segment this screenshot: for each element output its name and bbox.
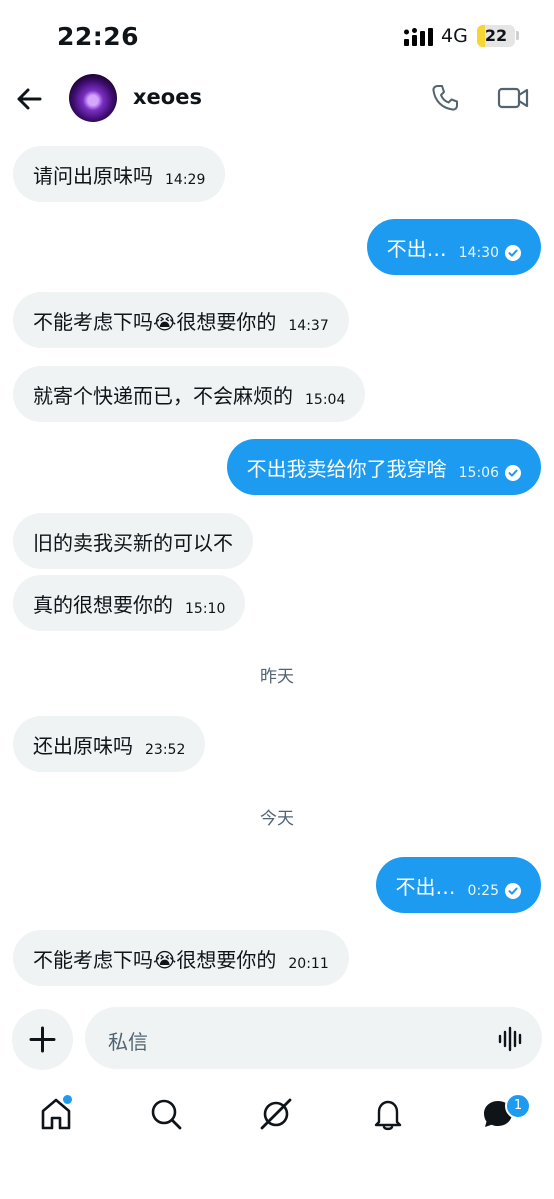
- plus-icon[interactable]: [12, 1009, 73, 1070]
- outgoing-message[interactable]: 不出… 0:25: [375, 857, 541, 913]
- message-text: 不出我卖给你了我穿啥: [246, 456, 447, 481]
- checkmark-icon: [505, 245, 521, 261]
- outgoing-message[interactable]: 不出我卖给你了我穿啥 15:06: [226, 439, 541, 495]
- message-text: 真的很想要你的: [33, 592, 173, 617]
- message-time: 20:11: [288, 956, 329, 972]
- message-time: 15:04: [305, 392, 346, 408]
- message-time: 15:06: [458, 465, 499, 481]
- outgoing-message[interactable]: 不出… 14:30: [366, 219, 541, 275]
- message-text: 就寄个快递而已，不会麻烦的: [33, 383, 293, 408]
- incoming-message[interactable]: 还出原味吗 23:52: [13, 716, 206, 772]
- message-time: 14:30: [458, 245, 499, 261]
- incoming-message[interactable]: 就寄个快递而已，不会麻烦的 15:04: [13, 366, 366, 422]
- checkmark-icon: [505, 883, 521, 899]
- video-camera-icon[interactable]: [497, 84, 529, 112]
- incoming-message[interactable]: 不能考虑下吗😭很想要你的 20:11: [13, 930, 349, 986]
- contact-name[interactable]: xeoes: [133, 85, 202, 109]
- battery-tip: [516, 31, 519, 40]
- home-notification-dot: [62, 1094, 73, 1105]
- incoming-message[interactable]: 请问出原味吗 14:29: [13, 146, 226, 202]
- message-text: 不出…: [386, 236, 447, 261]
- incoming-message[interactable]: 不能考虑下吗😭很想要你的 14:37: [13, 292, 349, 348]
- message-text: 旧的卖我买新的可以不: [33, 530, 233, 555]
- message-text: 不能考虑下吗😭很想要你的: [33, 947, 277, 972]
- battery-level: 22: [484, 26, 508, 45]
- message-text: 请问出原味吗: [33, 163, 153, 188]
- message-input-placeholder: 私信: [108, 1030, 148, 1054]
- message-text: 还出原味吗: [33, 733, 133, 758]
- message-time: 0:25: [467, 883, 499, 899]
- grok-icon[interactable]: [258, 1096, 294, 1132]
- message-text: 不能考虑下吗😭很想要你的: [33, 309, 277, 334]
- message-text: 不出…: [395, 874, 456, 899]
- message-input[interactable]: [85, 1007, 542, 1069]
- message-time: 14:37: [288, 318, 329, 334]
- status-time: 22:26: [57, 22, 140, 51]
- date-separator-yesterday: 昨天: [260, 667, 294, 687]
- signal-icon: [404, 28, 433, 46]
- date-separator-today: 今天: [260, 809, 294, 829]
- back-arrow-icon[interactable]: [14, 84, 44, 114]
- phone-icon[interactable]: [430, 83, 460, 113]
- incoming-message[interactable]: 旧的卖我买新的可以不: [13, 513, 253, 569]
- message-time: 23:52: [145, 742, 186, 758]
- network-type: 4G: [441, 25, 468, 47]
- voice-wave-icon[interactable]: [497, 1025, 525, 1053]
- message-time: 15:10: [185, 601, 226, 617]
- bell-icon[interactable]: [370, 1096, 406, 1132]
- incoming-message[interactable]: 真的很想要你的 15:10: [13, 575, 246, 631]
- avatar[interactable]: [69, 74, 117, 122]
- search-icon[interactable]: [148, 1096, 184, 1132]
- checkmark-icon: [505, 465, 521, 481]
- battery-icon: 22: [477, 25, 515, 47]
- messages-badge: 1: [505, 1093, 531, 1119]
- message-time: 14:29: [165, 172, 206, 188]
